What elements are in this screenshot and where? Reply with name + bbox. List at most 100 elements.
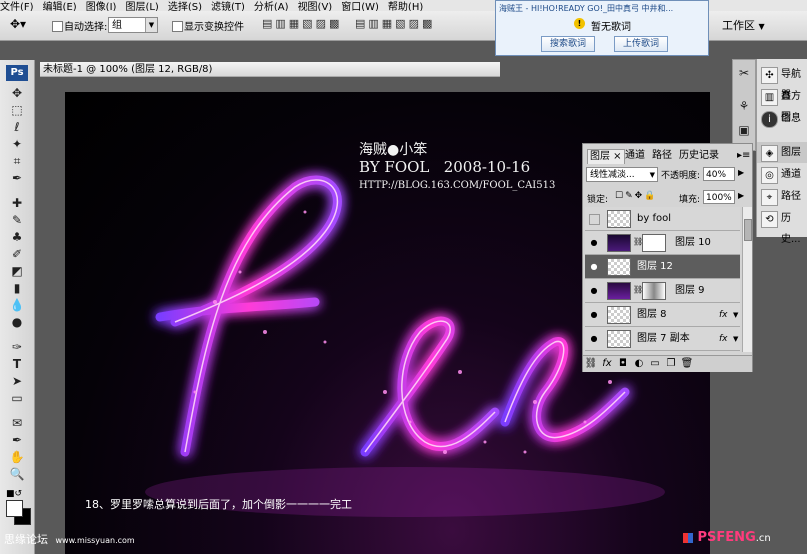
fx-icon[interactable]: fx — [599, 356, 615, 372]
lasso-tool-icon[interactable]: ℓ — [9, 120, 25, 134]
fill-input[interactable]: 100% — [703, 190, 735, 204]
move-tool-icon[interactable]: ✥▾ — [10, 17, 26, 31]
document-title[interactable]: 未标题-1 @ 100% (图层 12, RGB/8) — [40, 62, 500, 77]
layer-row-layer-7-copy[interactable]: ● 图层 7 副本 fx ▼ — [585, 327, 740, 351]
shape-tool-icon[interactable]: ▭ — [9, 391, 25, 405]
tab-history[interactable]: 历史记录 — [677, 149, 721, 163]
add-mask-icon[interactable]: ◘ — [615, 356, 631, 372]
connector-icon[interactable]: ⚘ — [736, 98, 752, 114]
layer-row-layer-9[interactable]: ● ⛓ 图层 9 — [585, 279, 740, 303]
dock-item-info[interactable]: i 信息 — [757, 108, 807, 129]
adjustment-layer-icon[interactable]: ◐ — [631, 356, 647, 372]
dock-item-navigator[interactable]: ✣ 导航器 — [757, 64, 807, 101]
type-tool-icon[interactable]: T — [9, 357, 25, 371]
dock-item-channels[interactable]: ◎ 通道 — [757, 164, 807, 185]
eyedropper-icon[interactable]: ✒ — [9, 171, 25, 185]
hand-tool-icon[interactable]: ✋ — [9, 450, 25, 464]
chevron-down-icon[interactable]: ▼ — [733, 335, 738, 343]
fx-icon[interactable]: fx — [719, 303, 728, 327]
fx-icon[interactable]: fx — [719, 327, 728, 351]
gradient-tool-icon[interactable]: ▮ — [9, 281, 25, 295]
layer-row-layer-8[interactable]: ● 图层 8 fx ▼ — [585, 303, 740, 327]
layer-thumbnail — [607, 282, 631, 300]
opacity-input[interactable]: 40% — [703, 167, 735, 181]
marquee-tool-icon[interactable]: ⬚ — [9, 103, 25, 117]
auto-select-dropdown[interactable]: 组 ▼ — [108, 17, 158, 33]
layers-scrollbar[interactable] — [742, 207, 752, 352]
tab-layers[interactable]: 图层 × — [587, 149, 625, 164]
menu-edit[interactable]: 编辑(E) — [43, 3, 77, 12]
clone-stamp-icon[interactable]: ♣ — [9, 230, 25, 244]
path-selection-icon[interactable]: ➤ — [9, 374, 25, 388]
dodge-tool-icon[interactable]: ● — [9, 315, 25, 329]
chevron-down-icon[interactable]: ▼ — [733, 311, 738, 319]
distribute-icons[interactable]: ▤▥▦▧▨▩ — [355, 17, 435, 30]
menu-filter[interactable]: 滤镜(T) — [211, 3, 245, 12]
menu-image[interactable]: 图像(I) — [86, 3, 117, 12]
delete-layer-icon[interactable]: 🗑 — [679, 356, 695, 372]
zoom-tool-icon[interactable]: 🔍 — [9, 467, 25, 481]
healing-brush-icon[interactable]: ✚ — [9, 196, 25, 210]
upload-lyrics-button[interactable]: 上传歌词 — [614, 36, 668, 52]
clipboard-icon[interactable]: ▣ — [736, 122, 752, 138]
menu-file[interactable]: 文件(F) — [0, 3, 34, 12]
workspace-menu[interactable]: 工作区 ▼ — [722, 17, 765, 33]
dock-item-histogram[interactable]: ▥ 直方图 — [757, 86, 807, 123]
menu-view[interactable]: 视图(V) — [298, 3, 333, 12]
tools-icon[interactable]: ✂ — [736, 65, 752, 81]
align-icons[interactable]: ▤▥▦▧▨▩ — [262, 17, 342, 30]
eye-icon[interactable]: ● — [589, 287, 599, 295]
layer-thumbnail — [607, 234, 631, 252]
tab-label: 图层 — [590, 151, 610, 162]
move-tool-icon[interactable]: ✥ — [9, 86, 25, 100]
opacity-arrow-icon[interactable]: ▶ — [738, 168, 744, 177]
blend-mode-dropdown[interactable]: 线性减淡... ▼ — [586, 167, 658, 182]
dock-item-label: 路径 — [781, 191, 801, 202]
crop-tool-icon[interactable]: ⌗ — [9, 154, 25, 168]
layer-row-layer-12[interactable]: ● 图层 12 — [585, 255, 740, 279]
brush-tool-icon[interactable]: ✎ — [9, 213, 25, 227]
dock-item-paths[interactable]: ⌖ 路径 — [757, 186, 807, 207]
panel-menu-icon[interactable]: ▸≡ — [735, 149, 752, 163]
scrollbar-thumb[interactable] — [744, 219, 752, 241]
new-layer-icon[interactable]: ❐ — [663, 356, 679, 372]
menu-select[interactable]: 选择(S) — [168, 3, 202, 12]
notes-tool-icon[interactable]: ✉ — [9, 416, 25, 430]
eye-icon[interactable] — [589, 214, 600, 225]
pen-tool-icon[interactable]: ✑ — [9, 340, 25, 354]
blur-tool-icon[interactable]: 💧 — [9, 298, 25, 312]
menu-layer[interactable]: 图层(L) — [125, 3, 158, 12]
tab-channels[interactable]: 通道 — [623, 149, 647, 163]
layer-row-by-fool[interactable]: by fool — [585, 207, 740, 231]
new-group-icon[interactable]: ▭ — [647, 356, 663, 372]
layer-row-layer-10[interactable]: ● ⛓ 图层 10 — [585, 231, 740, 255]
history-brush-icon[interactable]: ✐ — [9, 247, 25, 261]
default-colors-icon[interactable]: ■↺ — [6, 489, 22, 499]
menu-help[interactable]: 帮助(H) — [388, 3, 423, 12]
eye-icon[interactable]: ● — [589, 263, 599, 271]
eraser-tool-icon[interactable]: ◩ — [9, 264, 25, 278]
dock-item-layers[interactable]: ◈ 图层 — [757, 142, 807, 163]
dock-item-history[interactable]: ⟲ 历史... — [757, 208, 807, 245]
magic-wand-icon[interactable]: ✦ — [9, 137, 25, 151]
search-lyrics-button[interactable]: 搜索歌词 — [541, 36, 595, 52]
foreground-color-swatch[interactable] — [6, 500, 23, 517]
layer-thumbnail — [607, 306, 631, 324]
fill-arrow-icon[interactable]: ▶ — [738, 191, 744, 200]
layer-name: by fool — [637, 213, 671, 224]
eye-icon[interactable]: ● — [589, 239, 599, 247]
layer-name: 图层 8 — [637, 309, 667, 320]
link-layers-icon[interactable]: ⛓ — [583, 356, 599, 372]
dock-item-label: 图层 — [781, 147, 801, 158]
auto-select-checkbox[interactable] — [52, 19, 63, 32]
watermark-name: 海贼●小笨 — [359, 142, 428, 158]
menu-window[interactable]: 窗口(W) — [341, 3, 379, 12]
eye-icon[interactable]: ● — [589, 335, 599, 343]
menu-analysis[interactable]: 分析(A) — [254, 3, 289, 12]
eye-icon[interactable]: ● — [589, 311, 599, 319]
tab-paths[interactable]: 路径 — [650, 149, 674, 163]
navigator-icon: ✣ — [761, 67, 778, 84]
show-transform-checkbox[interactable] — [172, 19, 183, 32]
eyedropper-icon[interactable]: ✒ — [9, 433, 25, 447]
lock-icons[interactable]: ☐✎✥🔒 — [615, 191, 657, 201]
